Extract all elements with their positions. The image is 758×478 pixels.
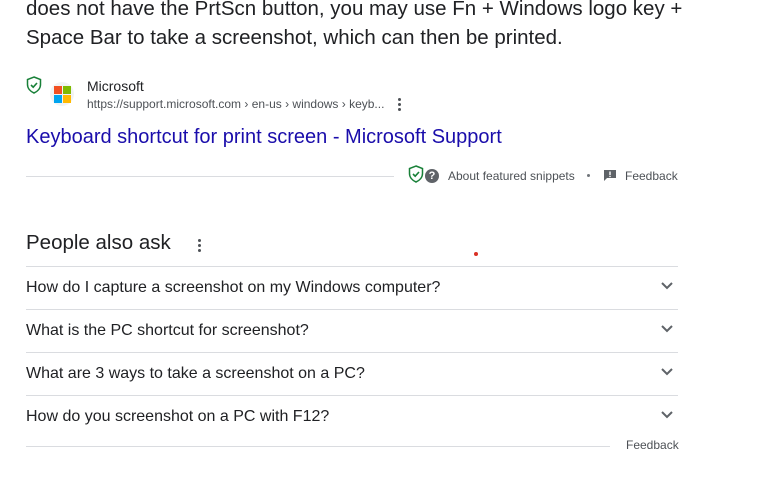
source-row: Microsoft https://support.microsoft.com … [26,76,686,116]
result-title-link[interactable]: Keyboard shortcut for print screen - Mic… [26,126,502,149]
divider [26,176,394,177]
separator-dot [587,174,590,177]
chevron-down-icon [661,411,673,419]
verified-shield-icon [408,165,424,183]
feedback-icon [604,170,616,181]
help-icon[interactable]: ? [425,169,439,183]
chevron-down-icon [661,368,673,376]
more-options-icon[interactable] [394,96,406,114]
snippet-meta-row: ? About featured snippets Feedback [408,165,680,187]
featured-snippet-text: does not have the PrtScn button, you may… [26,0,683,49]
people-also-ask-list: How do I capture a screenshot on my Wind… [26,266,678,438]
verified-shield-icon [26,76,42,94]
microsoft-favicon-icon [50,82,74,106]
about-featured-snippets-link[interactable]: About featured snippets [448,169,575,183]
chevron-down-icon [661,325,673,333]
paa-question-text: How do I capture a screenshot on my Wind… [26,279,441,296]
feedback-link[interactable]: Feedback [626,438,679,452]
paa-question-item[interactable]: How do I capture a screenshot on my Wind… [26,266,678,309]
feedback-link[interactable]: Feedback [625,169,678,183]
cursor-dot [474,252,478,256]
paa-question-text: How do you screenshot on a PC with F12? [26,408,330,425]
paa-question-text: What is the PC shortcut for screenshot? [26,322,309,339]
people-also-ask-heading: People also ask [26,231,171,254]
paa-question-text: What are 3 ways to take a screenshot on … [26,365,365,382]
source-site-name[interactable]: Microsoft [87,78,144,94]
source-url[interactable]: https://support.microsoft.com › en-us › … [87,97,384,111]
divider [26,446,610,447]
chevron-down-icon [661,282,673,290]
paa-question-item[interactable]: What is the PC shortcut for screenshot? [26,309,678,352]
paa-question-item[interactable]: How do you screenshot on a PC with F12? [26,395,678,438]
paa-question-item[interactable]: What are 3 ways to take a screenshot on … [26,352,678,395]
more-options-icon[interactable] [194,237,206,255]
